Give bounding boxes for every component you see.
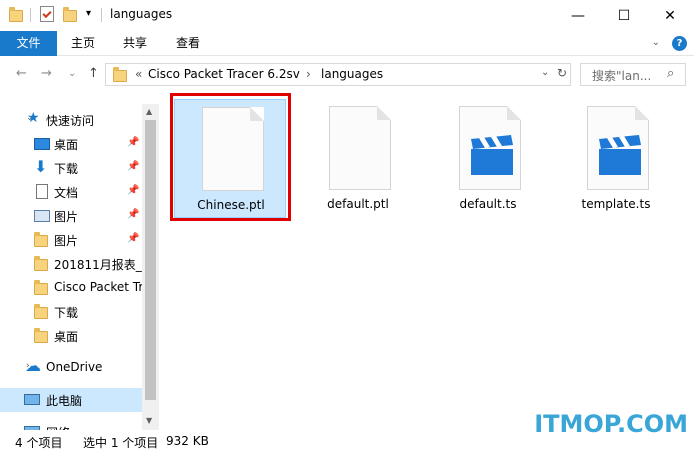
clapperboard-icon bbox=[599, 135, 641, 175]
computer-icon bbox=[24, 394, 40, 405]
pin-icon: 📌 bbox=[127, 209, 140, 220]
sidebar-item-pictures[interactable]: 图片 📌 bbox=[0, 204, 142, 228]
title-bar: ▾ languages — ☐ ✕ bbox=[0, 0, 694, 31]
search-icon: ⌕ bbox=[667, 66, 675, 81]
pin-icon: 📌 bbox=[127, 161, 140, 172]
chevron-down-icon[interactable]: ⌄ bbox=[652, 37, 660, 48]
back-button[interactable]: ← bbox=[16, 66, 27, 81]
sidebar-item-label: 201811月报表_i bbox=[54, 258, 142, 272]
download-icon: ⬇ bbox=[34, 157, 48, 176]
sidebar-item-label: 快速访问 bbox=[46, 114, 95, 128]
file-item[interactable]: default.ts bbox=[432, 99, 544, 218]
sidebar-item-label: 文档 bbox=[54, 186, 79, 200]
window-title: languages bbox=[110, 7, 173, 21]
tab-file[interactable]: 文件 bbox=[0, 31, 57, 56]
navigation-bar: ← → ⌄ ↑ « Cisco Packet Tracer 6.2sv › la… bbox=[0, 57, 694, 93]
pin-icon: 📌 bbox=[127, 233, 140, 244]
video-file-icon bbox=[459, 106, 521, 190]
pictures-icon bbox=[34, 210, 50, 222]
recent-locations-button[interactable]: ⌄ bbox=[68, 68, 76, 79]
navigation-pane: ⌄ ★ 快速访问 桌面 📌 ⬇ 下载 📌 文档 📌 图片 📌 图片 📌 2018… bbox=[0, 104, 160, 430]
folder-icon bbox=[34, 256, 50, 271]
separator bbox=[101, 8, 102, 22]
sidebar-item-label: 桌面 bbox=[54, 330, 79, 344]
tab-share[interactable]: 共享 bbox=[112, 31, 158, 56]
breadcrumb-segment[interactable]: languages bbox=[321, 67, 383, 81]
item-count: 4 个项目 bbox=[15, 436, 63, 450]
clapperboard-icon bbox=[471, 135, 513, 175]
sidebar-item-label: 此电脑 bbox=[46, 394, 83, 408]
separator bbox=[30, 8, 31, 22]
selection-count: 选中 1 个项目 bbox=[83, 436, 159, 450]
sidebar-item-label: 下载 bbox=[54, 306, 79, 320]
file-name: template.ts bbox=[581, 197, 651, 211]
breadcrumb-segment[interactable]: Cisco Packet Tracer 6.2sv bbox=[148, 67, 300, 81]
folder-icon bbox=[34, 328, 50, 343]
sidebar-item-downloads[interactable]: ⬇ 下载 📌 bbox=[0, 156, 142, 180]
sidebar-item-network[interactable]: › 网络 bbox=[0, 420, 142, 430]
address-dropdown[interactable]: ⌄ bbox=[541, 67, 549, 78]
sidebar-item-label: 下载 bbox=[54, 162, 79, 176]
sidebar-item-label: 桌面 bbox=[54, 138, 79, 152]
folder-icon bbox=[34, 280, 50, 295]
sidebar-item-quick-access[interactable]: ⌄ ★ 快速访问 bbox=[0, 108, 142, 132]
file-item[interactable]: template.ts bbox=[560, 99, 672, 218]
address-bar[interactable]: « Cisco Packet Tracer 6.2sv › languages … bbox=[105, 63, 571, 86]
sidebar-item-label: 图片 bbox=[54, 210, 79, 224]
file-name: default.ptl bbox=[327, 197, 389, 211]
sidebar-item-this-pc[interactable]: › 此电脑 bbox=[0, 388, 142, 412]
document-icon bbox=[36, 184, 48, 199]
breadcrumb-separator[interactable]: › bbox=[306, 67, 311, 81]
sidebar-item-label: OneDrive bbox=[46, 360, 103, 374]
customize-quick-access-icon[interactable]: ▾ bbox=[86, 8, 91, 19]
sidebar-item-label: Cisco Packet Tr bbox=[54, 280, 142, 294]
up-button[interactable]: ↑ bbox=[88, 66, 99, 81]
search-placeholder: 搜索"lan... bbox=[592, 69, 652, 83]
file-name: default.ts bbox=[459, 197, 517, 211]
video-file-icon bbox=[587, 106, 649, 190]
close-button[interactable]: ✕ bbox=[647, 0, 693, 31]
annotation-highlight-box bbox=[170, 93, 291, 221]
search-input[interactable]: 搜索"lan... ⌕ bbox=[580, 63, 686, 86]
sidebar-item-documents[interactable]: 文档 📌 bbox=[0, 180, 142, 204]
watermark: ITMOP.COM bbox=[534, 410, 688, 438]
folder-icon bbox=[113, 67, 127, 82]
sidebar-item-cisco-folder[interactable]: Cisco Packet Tr bbox=[0, 276, 142, 300]
help-icon[interactable]: ? bbox=[672, 36, 687, 51]
scroll-thumb[interactable] bbox=[145, 120, 156, 400]
scroll-down-arrow[interactable]: ▼ bbox=[146, 416, 152, 425]
ribbon: 文件 主页 共享 查看 ⌄ ? bbox=[0, 31, 694, 56]
address-overflow[interactable]: « bbox=[135, 67, 142, 81]
maximize-button[interactable]: ☐ bbox=[601, 0, 647, 31]
sidebar-item-label: 图片 bbox=[54, 234, 79, 248]
pin-icon: 📌 bbox=[127, 137, 140, 148]
file-item[interactable]: default.ptl bbox=[302, 99, 414, 218]
star-icon: ★ bbox=[27, 110, 40, 126]
sidebar-item-report-folder[interactable]: 201811月报表_i bbox=[0, 252, 142, 276]
sidebar-item-desktop-folder[interactable]: 桌面 bbox=[0, 324, 142, 348]
selection-size: 932 KB bbox=[166, 434, 209, 448]
sidebar-scrollbar[interactable]: ▲ ▼ bbox=[142, 104, 159, 430]
tab-view[interactable]: 查看 bbox=[165, 31, 211, 56]
folder-icon bbox=[34, 232, 50, 247]
sidebar-item-desktop[interactable]: 桌面 📌 bbox=[0, 132, 142, 156]
desktop-icon bbox=[34, 138, 50, 150]
properties-icon[interactable] bbox=[40, 6, 54, 22]
sidebar-item-pictures-folder[interactable]: 图片 📌 bbox=[0, 228, 142, 252]
cloud-icon: ☁ bbox=[25, 356, 41, 375]
blank-file-icon bbox=[329, 106, 391, 190]
sidebar-item-onedrive[interactable]: › ☁ OneDrive bbox=[0, 356, 142, 380]
scroll-up-arrow[interactable]: ▲ bbox=[146, 107, 152, 116]
sidebar-item-downloads-folder[interactable]: 下载 bbox=[0, 300, 142, 324]
minimize-button[interactable]: — bbox=[555, 0, 601, 31]
pin-icon: 📌 bbox=[127, 185, 140, 196]
refresh-button[interactable]: ↻ bbox=[557, 66, 567, 80]
forward-button[interactable]: → bbox=[41, 66, 52, 81]
folder-icon bbox=[34, 304, 50, 319]
tab-home[interactable]: 主页 bbox=[60, 31, 106, 56]
